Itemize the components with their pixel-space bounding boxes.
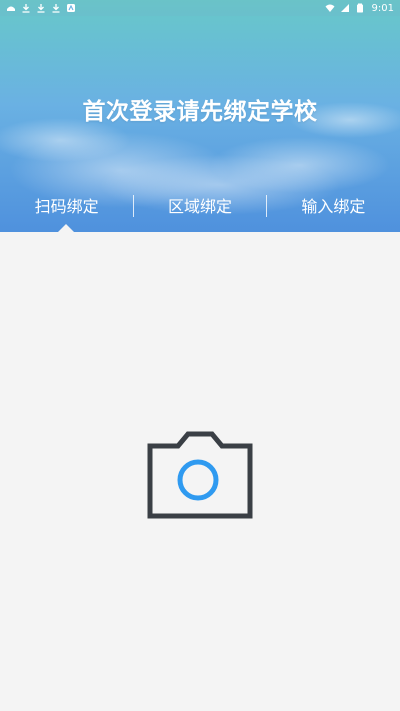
download-icon [21,3,31,13]
tab-divider [133,195,134,217]
battery-icon [355,3,365,13]
tab-label: 区域绑定 [167,197,232,216]
tab-divider [266,195,267,217]
page-title: 首次登录请先绑定学校 [82,99,318,125]
tab-input-bind[interactable]: 输入绑定 [267,190,400,232]
status-right-icons: 9:01 [325,3,394,14]
status-bar: 9:01 [0,0,400,16]
scan-camera-button[interactable] [140,428,260,526]
camera-icon [147,431,253,519]
tab-region-bind[interactable]: 区域绑定 [133,190,266,232]
download-icon [51,3,61,13]
tab-selected-indicator [57,224,75,233]
app-icon [66,3,76,13]
tab-label: 扫码绑定 [34,197,99,216]
tab-label: 输入绑定 [301,197,366,216]
download-icon [36,3,46,13]
status-left-icons [6,3,76,13]
status-time: 9:01 [371,2,394,14]
wifi-icon [325,3,335,13]
signal-icon [340,3,350,13]
app-notification-icon [6,3,16,13]
